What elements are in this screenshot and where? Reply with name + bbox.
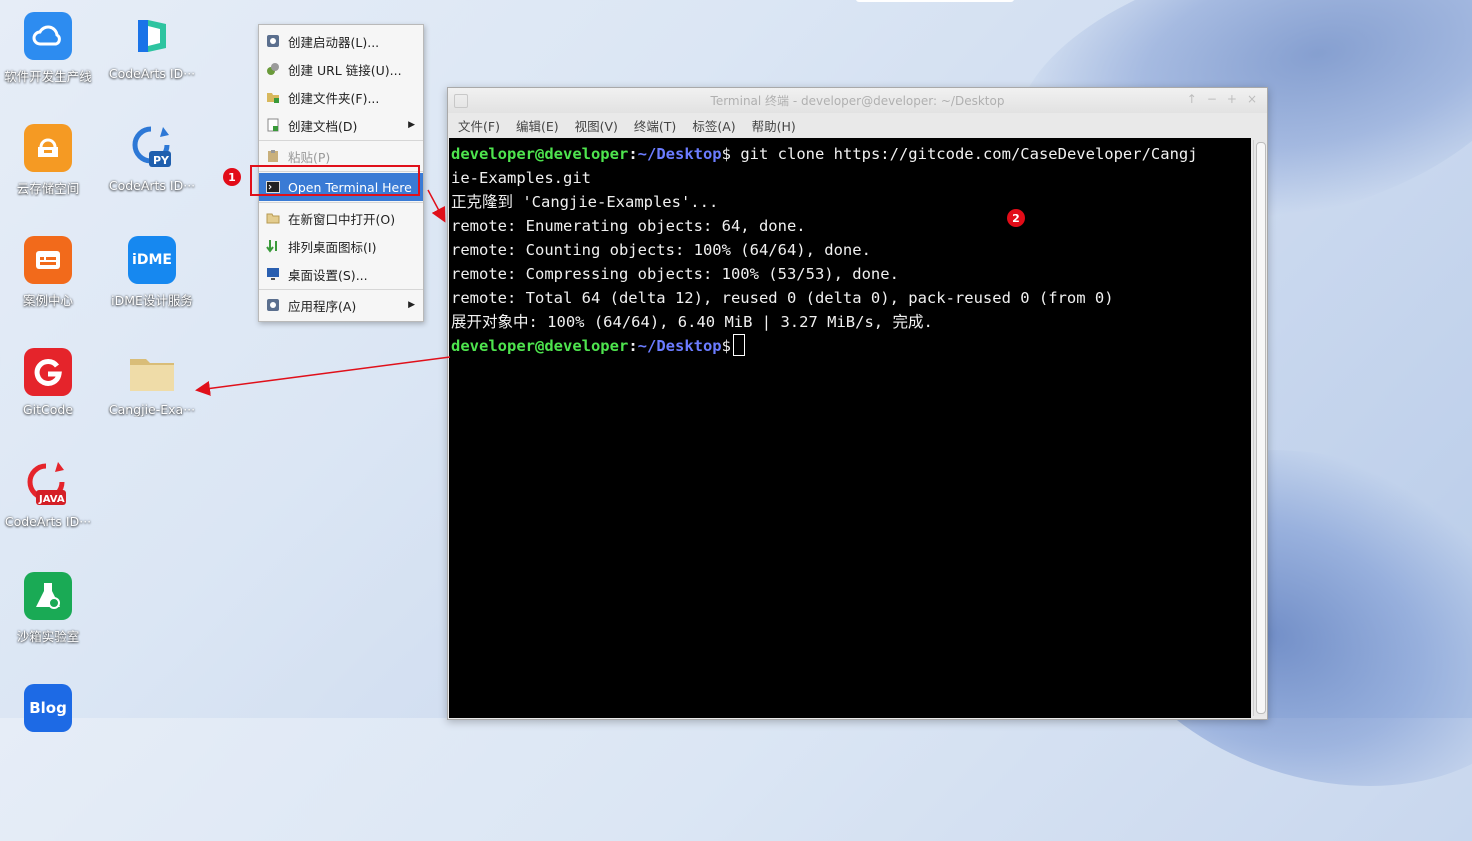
arrow-to-terminal <box>427 189 446 223</box>
gear-icon <box>265 33 281 49</box>
desktop-icon-codearts-ide[interactable]: CodeArts ID··· <box>104 12 200 81</box>
submenu-arrow-icon: ▶ <box>408 300 415 310</box>
menu-item-desktop-settings[interactable]: 桌面设置(S)... <box>259 260 423 288</box>
terminal-line: remote: Total 64 (delta 12), reused 0 (d… <box>451 289 1114 307</box>
codearts-java-icon: JAVA <box>24 460 72 508</box>
gitcode-icon <box>24 348 72 396</box>
highlight-box-open-terminal <box>250 165 420 196</box>
menu-item-create-document[interactable]: 创建文档(D) ▶ <box>259 111 423 139</box>
desktop-icon-label: 软件开发生产线 <box>4 69 92 84</box>
desktop-icon-devline[interactable]: 软件开发生产线 <box>0 12 96 85</box>
desktop-icon-sandbox-lab[interactable]: 沙箱实验室 <box>0 572 96 645</box>
blog-icon: Blog <box>24 684 72 732</box>
folder-open-icon <box>265 210 281 226</box>
minimize-icon[interactable]: − <box>1207 92 1217 106</box>
desktop-icon-label: CodeArts ID··· <box>108 66 196 81</box>
menu-item-create-launcher[interactable]: 创建启动器(L)... <box>259 27 423 55</box>
codearts-python-icon: PY <box>128 124 176 172</box>
terminal-scrollbar[interactable] <box>1253 140 1266 716</box>
menu-tabs[interactable]: 标签(A) <box>684 116 743 135</box>
apps-icon <box>265 297 281 313</box>
cloud-storage-icon <box>24 124 72 172</box>
menu-file[interactable]: 文件(F) <box>450 116 508 135</box>
menu-separator <box>259 289 423 290</box>
window-menu-icon[interactable] <box>454 94 468 108</box>
terminal-output: developer@developer:~/Desktop$ git clone… <box>451 142 1251 358</box>
desktop-icon-case-center[interactable]: 案例中心 <box>0 236 96 309</box>
terminal-window[interactable]: Terminal 终端 - developer@developer: ~/Des… <box>447 87 1268 720</box>
idme-icon: iDME <box>128 236 176 284</box>
desktop-icon-cloud-storage[interactable]: 云存储空间 <box>0 124 96 197</box>
folder-icon <box>128 348 176 396</box>
step-badge-1: 1 <box>223 168 241 186</box>
desktop-icon-label: Cangjie-Exa··· <box>108 402 196 417</box>
terminal-line-command: developer@developer:~/Desktop$ git clone… <box>451 145 1198 163</box>
desktop-icon-label: GitCode <box>22 402 74 417</box>
terminal-line: remote: Compressing objects: 100% (53/53… <box>451 265 899 283</box>
monitor-icon <box>265 266 281 282</box>
desktop-icon-label: CodeArts ID··· <box>108 178 196 193</box>
desktop-icon-label: iDME设计服务 <box>111 293 193 308</box>
step-badge-2: 2 <box>1007 209 1025 227</box>
close-icon[interactable]: × <box>1247 92 1257 106</box>
menu-item-create-url-link[interactable]: 创建 URL 链接(U)... <box>259 55 423 83</box>
new-document-icon <box>265 117 281 133</box>
submenu-arrow-icon: ▶ <box>408 120 415 130</box>
menu-view[interactable]: 视图(V) <box>567 116 626 135</box>
terminal-line-prompt: developer@developer:~/Desktop$ <box>451 334 1251 358</box>
terminal-menubar: 文件(F) 编辑(E) 视图(V) 终端(T) 标签(A) 帮助(H) <box>448 113 1267 137</box>
menu-item-applications[interactable]: 应用程序(A) ▶ <box>259 291 423 319</box>
arrow-to-folder <box>195 356 451 396</box>
svg-text:PY: PY <box>153 154 170 167</box>
desktop-icon-label: CodeArts ID··· <box>4 514 92 529</box>
terminal-screen[interactable]: developer@developer:~/Desktop$ git clone… <box>449 138 1251 718</box>
case-center-icon <box>24 236 72 284</box>
desktop-icon-codearts-python[interactable]: PY CodeArts ID··· <box>104 124 200 193</box>
desktop-icon-blog[interactable]: Blog <box>0 684 96 732</box>
menu-edit[interactable]: 编辑(E) <box>508 116 567 135</box>
top-panel-indicator <box>856 0 1014 2</box>
maximize-icon[interactable]: + <box>1227 92 1237 106</box>
desktop-icon-label: 云存储空间 <box>16 181 80 196</box>
menu-terminal[interactable]: 终端(T) <box>626 116 684 135</box>
paste-icon <box>265 148 281 164</box>
scrollbar-thumb[interactable] <box>1256 142 1266 714</box>
terminal-line: 正克隆到 'Cangjie-Examples'... <box>451 193 719 211</box>
terminal-line: 展开对象中: 100% (64/64), 6.40 MiB | 3.27 MiB… <box>451 313 933 331</box>
menu-item-create-folder[interactable]: 创建文件夹(F)... <box>259 83 423 111</box>
codearts-ide-icon <box>128 12 176 60</box>
desktop-icon-idme[interactable]: iDME iDME设计服务 <box>104 236 200 309</box>
terminal-line: remote: Enumerating objects: 64, done. <box>451 217 806 235</box>
terminal-title: Terminal 终端 - developer@developer: ~/Des… <box>710 94 1005 108</box>
link-icon <box>265 61 281 77</box>
desktop-icon-codearts-java[interactable]: JAVA CodeArts ID··· <box>0 460 96 529</box>
menu-separator <box>259 202 423 203</box>
sort-icon <box>265 238 281 254</box>
cloud-devline-icon <box>24 12 72 60</box>
terminal-line: remote: Counting objects: 100% (64/64), … <box>451 241 871 259</box>
terminal-line: ie-Examples.git <box>451 169 591 187</box>
svg-text:JAVA: JAVA <box>38 494 65 505</box>
sandbox-lab-icon <box>24 572 72 620</box>
text-cursor <box>733 334 745 356</box>
desktop-icon-label: 案例中心 <box>22 293 73 308</box>
menu-item-arrange-icons[interactable]: 排列桌面图标(I) <box>259 232 423 260</box>
new-folder-icon <box>265 89 281 105</box>
menu-item-open-in-new-window[interactable]: 在新窗口中打开(O) <box>259 204 423 232</box>
desktop-icon-cangjie-folder[interactable]: Cangjie-Exa··· <box>104 348 200 417</box>
keep-above-icon[interactable]: ↑ <box>1187 92 1197 106</box>
desktop-icon-gitcode[interactable]: GitCode <box>0 348 96 417</box>
menu-separator <box>259 140 423 141</box>
desktop-icon-label: 沙箱实验室 <box>16 629 80 644</box>
menu-help[interactable]: 帮助(H) <box>744 116 804 135</box>
terminal-titlebar[interactable]: Terminal 终端 - developer@developer: ~/Des… <box>448 88 1267 113</box>
